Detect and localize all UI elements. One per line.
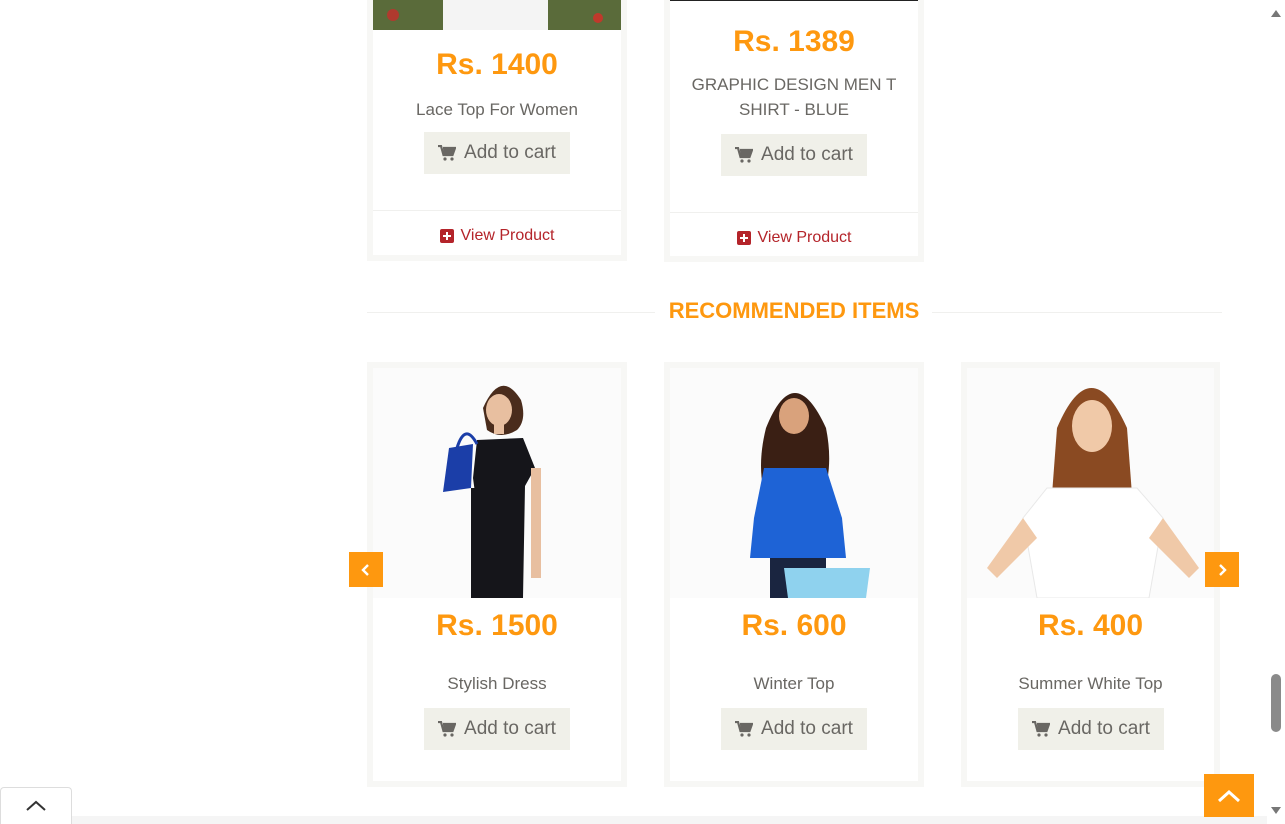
scrollbar-thumb[interactable] [1271, 674, 1281, 732]
product-name: Summer White Top [1018, 674, 1163, 693]
add-to-cart-button[interactable]: Add to cart [721, 708, 867, 750]
add-to-cart-label: Add to cart [464, 142, 556, 163]
product-image [373, 368, 621, 598]
carousel-next-button[interactable] [1205, 552, 1239, 587]
product-price: Rs. 1400 [436, 48, 558, 81]
product-image-edge [670, 0, 918, 1]
product-price: Rs. 1500 [436, 609, 558, 642]
product-card: Rs. 1400 Lace Top For Women Add to cart … [367, 0, 627, 261]
add-to-cart-label: Add to cart [761, 144, 853, 165]
shopping-cart-icon [438, 721, 457, 737]
product-image [670, 368, 918, 598]
recommended-card: Rs. 600 Winter Top Add to cart [664, 362, 924, 787]
view-product-link[interactable]: View Product [373, 210, 621, 260]
recommended-card: Rs. 400 Summer White Top Add to cart [961, 362, 1220, 787]
footer-edge [0, 816, 1267, 824]
scroll-down-arrow-icon[interactable] [1271, 807, 1281, 814]
product-name: Winter Top [753, 674, 835, 693]
add-to-cart-button[interactable]: Add to cart [424, 708, 570, 750]
chevron-left-icon [361, 563, 369, 576]
product-price: Rs. 400 [1037, 609, 1144, 642]
add-to-cart-label: Add to cart [761, 718, 853, 739]
product-image [967, 368, 1214, 598]
add-to-cart-label: Add to cart [464, 718, 556, 739]
page: Rs. 1400 Lace Top For Women Add to cart … [0, 0, 1285, 824]
scroll-up-arrow-icon[interactable] [1271, 10, 1281, 17]
heading-divider-left [367, 312, 655, 313]
product-price: Rs. 600 [741, 609, 847, 642]
view-product-label: View Product [757, 228, 852, 246]
summer-white-top-image [967, 368, 1214, 598]
chat-widget-tab[interactable] [0, 787, 72, 824]
chevron-right-icon [1219, 563, 1227, 576]
add-to-cart-button[interactable]: Add to cart [1018, 708, 1164, 750]
shopping-cart-icon [438, 145, 457, 161]
carousel-prev-button[interactable] [349, 552, 383, 587]
chevron-up-icon [26, 800, 46, 811]
add-to-cart-label: Add to cart [1058, 718, 1150, 739]
chevron-up-icon [1217, 789, 1241, 802]
product-name: Stylish Dress [447, 674, 547, 693]
product-image-fragment [373, 0, 621, 30]
heading-divider-right [932, 312, 1222, 313]
scroll-to-top-button[interactable] [1204, 774, 1254, 817]
recommended-card: Rs. 1500 Stylish Dress Add to cart [367, 362, 627, 787]
shopping-cart-icon [735, 147, 754, 163]
page-scrollbar[interactable] [1267, 0, 1285, 824]
product-card: Rs. 1389 GRAPHIC DESIGN MEN T SHIRT - BL… [664, 0, 924, 262]
product-name: GRAPHIC DESIGN MEN T SHIRT - BLUE [691, 75, 897, 119]
plus-square-icon [439, 228, 454, 243]
winter-top-image [670, 368, 918, 598]
product-price: Rs. 1389 [733, 25, 855, 58]
view-product-label: View Product [460, 226, 555, 244]
view-product-link[interactable]: View Product [670, 212, 918, 262]
product-image [373, 0, 621, 30]
stylish-dress-image [373, 368, 621, 598]
add-to-cart-button[interactable]: Add to cart [424, 132, 570, 174]
plus-square-icon [736, 230, 751, 245]
shopping-cart-icon [1032, 721, 1051, 737]
shopping-cart-icon [735, 721, 754, 737]
add-to-cart-button[interactable]: Add to cart [721, 134, 867, 176]
product-name: Lace Top For Women [416, 100, 578, 119]
recommended-items-title: RECOMMENDED ITEMS [668, 298, 920, 323]
